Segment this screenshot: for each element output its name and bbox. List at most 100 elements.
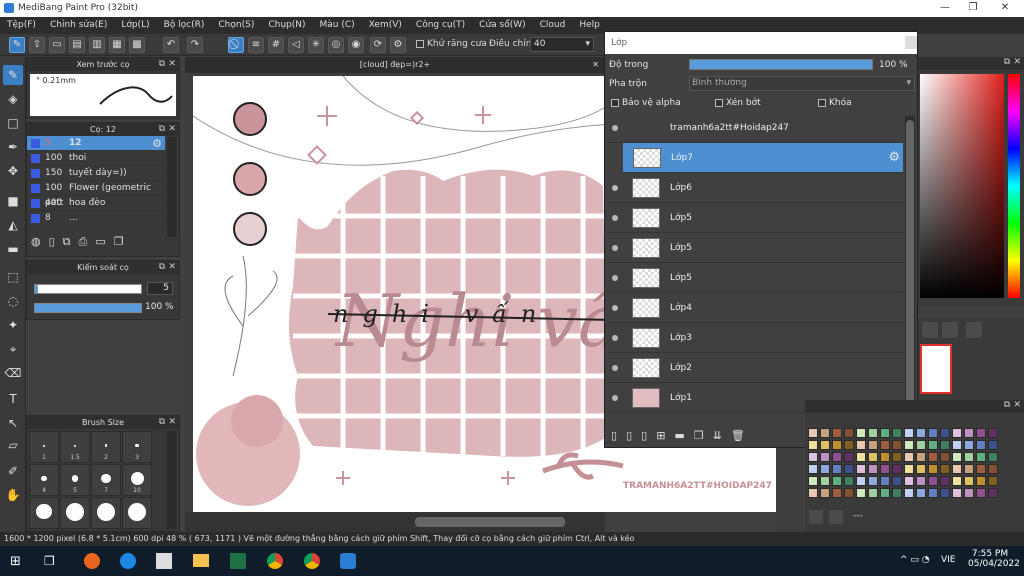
palette-swatch[interactable]	[868, 464, 878, 474]
brush-size-cell[interactable]: 1.5	[60, 431, 90, 463]
palette-swatch[interactable]	[820, 452, 830, 462]
palette-swatch[interactable]	[928, 452, 938, 462]
palette-swatch[interactable]	[916, 488, 926, 498]
palette-swatch[interactable]	[976, 440, 986, 450]
palette-swatch[interactable]	[868, 476, 878, 486]
layer-row[interactable]: Lớp7 ⚙	[623, 143, 903, 173]
layer-row[interactable]: Lớp2	[607, 353, 903, 383]
add-color-icon[interactable]	[809, 510, 823, 524]
brush-tool-icon[interactable]: ✎	[3, 65, 23, 85]
hand-tool-icon[interactable]: ✋	[3, 485, 23, 505]
layer-row[interactable]: Lớp4	[607, 293, 903, 323]
redo-icon[interactable]: ↷	[187, 37, 203, 53]
new-halftone-icon[interactable]: ▯	[626, 429, 641, 442]
palette-swatch[interactable]	[916, 452, 926, 462]
folder-icon[interactable]: ▬	[674, 429, 693, 442]
popout-icon[interactable]: ⧉	[159, 261, 165, 274]
size-slider[interactable]	[34, 284, 142, 294]
palette-swatch[interactable]	[832, 464, 842, 474]
palette-swatch[interactable]	[856, 476, 866, 486]
lasso-tool-icon[interactable]: ◌	[3, 291, 23, 311]
brush-list-scrollbar[interactable]	[167, 137, 177, 237]
hue-slider[interactable]	[1008, 74, 1020, 298]
palette-swatch[interactable]	[868, 440, 878, 450]
close-icon[interactable]: ✕	[168, 123, 176, 136]
palette-swatch[interactable]	[916, 464, 926, 474]
palette-swatch[interactable]	[868, 488, 878, 498]
palette-swatch[interactable]	[988, 440, 998, 450]
merge-down-icon[interactable]: ⇊	[713, 429, 731, 442]
palette-swatch[interactable]	[988, 464, 998, 474]
menu-view[interactable]: Xem(V)	[362, 17, 409, 34]
select-tool-icon[interactable]: ⬚	[3, 267, 23, 287]
palette-swatch[interactable]	[844, 428, 854, 438]
palette-swatch[interactable]	[904, 428, 914, 438]
palette-swatch[interactable]	[856, 488, 866, 498]
brush-item[interactable]: 8...	[27, 211, 165, 226]
chrome-profile-icon[interactable]	[304, 553, 320, 569]
page-icon[interactable]: ▥	[89, 37, 105, 53]
visibility-icon[interactable]	[612, 275, 618, 281]
visibility-icon[interactable]	[612, 125, 618, 131]
brush-size-cell[interactable]: 2	[91, 431, 121, 463]
close-button[interactable]: ✕	[990, 0, 1020, 17]
palette-swatch[interactable]	[976, 476, 986, 486]
close-icon[interactable]: ✕	[168, 261, 176, 274]
palette-swatch[interactable]	[976, 464, 986, 474]
popout-icon[interactable]: ⧉	[159, 416, 165, 429]
palette-swatch[interactable]	[844, 452, 854, 462]
palette-swatch[interactable]	[952, 476, 962, 486]
gradient-tool-icon[interactable]: ▬	[3, 239, 23, 259]
windows-start-icon[interactable]: ⊞	[10, 554, 21, 569]
palette-swatch[interactable]	[844, 488, 854, 498]
brush-size-cell[interactable]	[91, 497, 121, 529]
size-value-field[interactable]: 5	[147, 282, 173, 295]
cross-snap-icon[interactable]: #	[268, 37, 284, 53]
palette-swatch[interactable]	[892, 440, 902, 450]
close-icon[interactable]: ✕	[168, 58, 176, 71]
palette-swatch[interactable]	[928, 440, 938, 450]
move-tool-icon[interactable]: ✥	[3, 161, 23, 181]
palette-swatch[interactable]	[880, 476, 890, 486]
import-icon[interactable]: ⎙	[79, 235, 96, 248]
new-8bit-icon[interactable]: ▯	[641, 429, 656, 442]
palette-swatch[interactable]	[868, 428, 878, 438]
brush-item[interactable]: 100 Flower (geometric patt	[27, 181, 165, 208]
firefox-icon[interactable]	[84, 553, 100, 569]
rotate-icon[interactable]	[942, 322, 958, 338]
palette-swatch[interactable]	[964, 464, 974, 474]
palette-swatch[interactable]	[844, 440, 854, 450]
palette-swatch[interactable]	[904, 464, 914, 474]
rectangle-tool-icon[interactable]: □	[3, 113, 23, 133]
protect-alpha-checkbox[interactable]: Bảo vệ alpha	[611, 98, 681, 108]
palette-swatch[interactable]	[952, 464, 962, 474]
palette-swatch[interactable]	[856, 452, 866, 462]
new-brush-icon[interactable]: ▯	[49, 235, 63, 248]
brush-size-cell[interactable]	[60, 497, 90, 529]
task-view-icon[interactable]: ❒	[44, 554, 55, 568]
palette-swatch[interactable]	[892, 488, 902, 498]
fill-rect-tool-icon[interactable]: ■	[3, 191, 23, 211]
palette-swatch[interactable]	[976, 452, 986, 462]
color-square[interactable]	[920, 74, 1004, 298]
palette-swatch[interactable]	[988, 476, 998, 486]
visibility-icon[interactable]	[612, 305, 618, 311]
blend-mode-select[interactable]: Bình thường ▾	[689, 76, 915, 91]
palette-swatch[interactable]	[928, 464, 938, 474]
palette-swatch[interactable]	[976, 488, 986, 498]
palette-swatch[interactable]	[940, 488, 950, 498]
eyedropper-tool-icon[interactable]: ✐	[3, 461, 23, 481]
close-icon[interactable]: ✕	[1013, 400, 1021, 410]
palette-swatch[interactable]	[904, 452, 914, 462]
gear-icon[interactable]: ⚙	[888, 150, 900, 165]
new-layer-icon[interactable]: ▯	[611, 429, 626, 442]
palette-swatch[interactable]	[964, 452, 974, 462]
palette-swatch[interactable]	[844, 464, 854, 474]
palette-swatch[interactable]	[904, 488, 914, 498]
palette-swatch[interactable]	[940, 452, 950, 462]
snap-settings-icon[interactable]: ⚙	[390, 37, 406, 53]
delete-color-icon[interactable]	[829, 510, 843, 524]
medibang-icon[interactable]	[340, 553, 356, 569]
palette-swatch[interactable]	[868, 452, 878, 462]
text-tool-icon[interactable]: T	[3, 389, 23, 409]
